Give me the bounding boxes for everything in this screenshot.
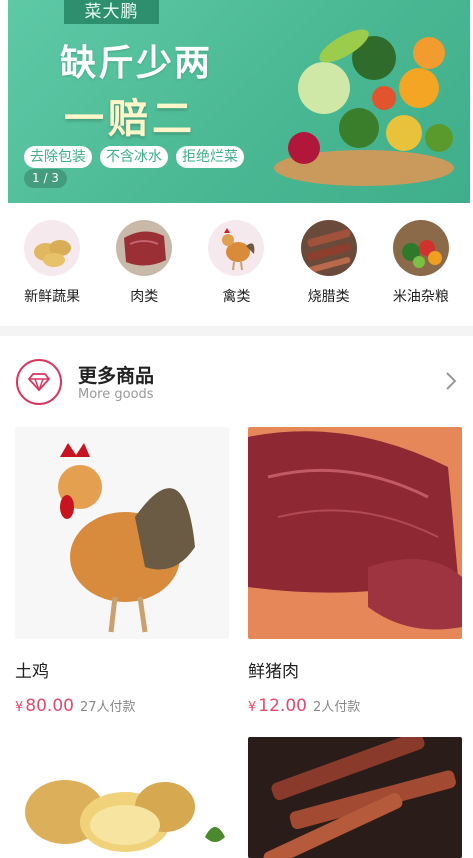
- price-row: ¥ 12.00 2人付款: [248, 696, 462, 716]
- category-label: 烧腊类: [307, 289, 350, 305]
- product-name: 鲜猪肉: [248, 662, 299, 682]
- banner-headline: 缺斤少两: [60, 43, 213, 84]
- category-label: 肉类: [130, 289, 159, 305]
- category-item[interactable]: 禽类: [192, 220, 280, 310]
- category-item[interactable]: 新鲜蔬果: [8, 220, 96, 310]
- currency-symbol: ¥: [248, 700, 257, 715]
- price-row: ¥ 80.00 27人付款: [15, 696, 229, 716]
- category-label: 米油杂粮: [392, 289, 449, 305]
- banner-tag: 去除包装: [24, 146, 92, 168]
- diamond-icon: [16, 359, 62, 405]
- product-card[interactable]: 鲜猪肉 ¥ 12.00 2人付款: [248, 427, 462, 716]
- banner-tag: 不含冰水: [100, 146, 168, 168]
- brand-tag: 菜大鹏: [64, 0, 159, 24]
- product-name: 土鸡: [15, 662, 49, 682]
- product-card[interactable]: [15, 737, 229, 858]
- currency-symbol: ¥: [15, 700, 24, 715]
- banner-tag: 拒绝烂菜: [176, 146, 244, 168]
- paid-count: 27人付款: [79, 700, 136, 715]
- banner-pager: 1 / 3: [24, 169, 67, 188]
- category-item[interactable]: 肉类: [100, 220, 188, 310]
- promo-banner[interactable]: 菜大鹏 缺斤少两 一赔二 去除包装 不含冰水 拒绝烂菜 1 / 3: [8, 0, 470, 203]
- product-image-rooster: [15, 427, 229, 639]
- section-subtitle: More goods: [78, 387, 154, 402]
- category-label: 禽类: [222, 289, 251, 305]
- category-item[interactable]: 烧腊类: [285, 220, 373, 310]
- product-card[interactable]: [248, 737, 462, 858]
- banner-subline: 一赔二: [64, 96, 196, 142]
- product-card[interactable]: 土鸡 ¥ 80.00 27人付款: [15, 427, 229, 716]
- section-divider: [0, 326, 473, 336]
- more-goods-header[interactable]: 更多商品 More goods: [16, 357, 461, 407]
- product-image-pork: [248, 427, 462, 639]
- vegetable-basket-illustration: [274, 29, 454, 186]
- vegetables-icon: [392, 220, 449, 276]
- paid-count: 2人付款: [312, 700, 361, 715]
- potato-icon: [24, 220, 81, 276]
- section-title: 更多商品: [78, 365, 155, 387]
- category-label: 新鲜蔬果: [24, 289, 81, 305]
- product-image-cured-meat: [248, 737, 462, 858]
- product-price: 80.00: [25, 696, 74, 716]
- cured-meat-icon: [300, 220, 357, 276]
- product-image-potato: [15, 737, 229, 858]
- rooster-icon: [208, 220, 265, 276]
- category-row: 新鲜蔬果 肉类 禽类 烧腊类 米油杂粮: [0, 220, 473, 310]
- banner-tags: 去除包装 不含冰水 拒绝烂菜: [24, 146, 244, 168]
- meat-icon: [116, 220, 173, 276]
- product-price: 12.00: [258, 696, 307, 716]
- category-item[interactable]: 米油杂粮: [377, 220, 465, 310]
- chevron-right-icon[interactable]: [441, 369, 461, 393]
